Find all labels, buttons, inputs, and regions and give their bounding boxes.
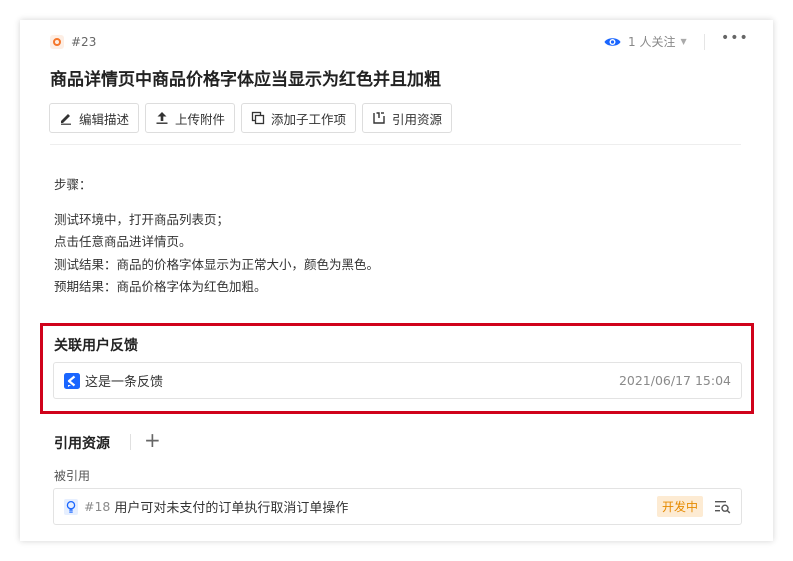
cite-label: 引用资源 (392, 111, 443, 127)
feedback-section-title: 关联用户反馈 (54, 338, 138, 354)
caret-down-icon: ▼ (680, 37, 687, 46)
description-line: 测试环境中，打开商品列表页； (54, 211, 230, 227)
header-divider (704, 34, 705, 50)
search-list-icon[interactable] (715, 500, 731, 514)
issue-id: #23 (71, 35, 97, 49)
subtask-icon (251, 111, 265, 125)
cite-resource-button[interactable]: 引用资源 (362, 103, 453, 133)
section-divider (50, 144, 741, 145)
cited-by-label: 被引用 (54, 469, 91, 483)
reference-id: #18 (84, 499, 111, 514)
edit-label: 编辑描述 (79, 111, 130, 127)
references-divider (130, 434, 131, 450)
toolbar: 编辑描述 上传附件 添加子工作项 引用资源 (49, 103, 458, 133)
edit-icon (61, 114, 71, 125)
reference-title: 用户可对未支付的订单执行取消订单操作 (114, 501, 349, 516)
description-line: 点击任意商品进详情页。 (54, 234, 192, 249)
issue-title: 商品详情页中商品价格字体应当显示为红色并且加粗 (50, 70, 441, 90)
feedback-title: 这是一条反馈 (85, 375, 164, 390)
feedback-item[interactable]: 这是一条反馈 2021/06/17 15:04 (53, 362, 742, 399)
watch-button[interactable]: 1 人关注 ▼ (604, 33, 687, 50)
references-section-title: 引用资源 (54, 436, 110, 452)
description-line: 预期结果：商品价格字体为红色加粗。 (54, 279, 267, 294)
add-child-label: 添加子工作项 (271, 111, 347, 127)
bulb-icon (64, 498, 78, 515)
edit-description-button[interactable]: 编辑描述 (49, 103, 140, 133)
description-heading: 步骤： (54, 177, 92, 192)
issue-card: #23 1 人关注 ▼ ••• 商品详情页中商品价格字体应当显示为红色并且加粗 … (20, 20, 773, 541)
status-badge: 开发中 (656, 496, 703, 517)
status-circle-icon (50, 35, 64, 49)
reference-item[interactable]: #18 用户可对未支付的订单执行取消订单操作 开发中 (53, 488, 742, 525)
cite-icon (373, 112, 385, 124)
more-icon[interactable]: ••• (721, 30, 749, 46)
add-child-item-button[interactable]: 添加子工作项 (241, 103, 357, 133)
feedback-timestamp: 2021/06/17 15:04 (618, 373, 731, 388)
issue-header: #23 (50, 34, 96, 50)
issue-description[interactable]: 步骤： 测试环境中，打开商品列表页； 点击任意商品进详情页。 测试结果：商品的价… (54, 174, 379, 299)
upload-icon (156, 112, 168, 124)
plus-icon[interactable]: + (144, 430, 161, 450)
description-line: 测试结果：商品的价格字体显示为正常大小，颜色为黑色。 (54, 256, 380, 272)
eye-icon (604, 37, 621, 46)
upload-attachment-button[interactable]: 上传附件 (145, 103, 236, 133)
feedback-icon (64, 372, 80, 389)
watch-count: 1 人关注 (628, 35, 676, 49)
upload-label: 上传附件 (175, 111, 226, 127)
